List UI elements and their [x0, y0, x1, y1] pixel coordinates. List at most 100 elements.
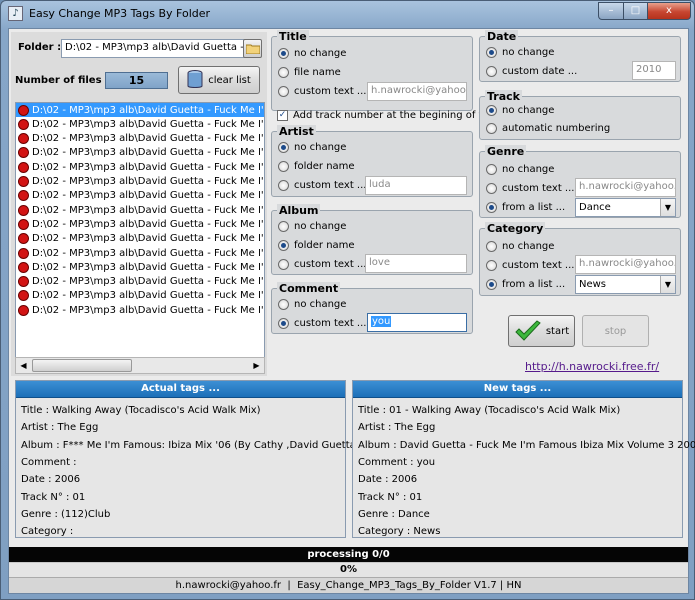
category-no-change-radio[interactable]: no change	[486, 241, 554, 252]
track-automatic-radio[interactable]: automatic numbering	[486, 123, 610, 134]
clear-list-button[interactable]: clear list	[178, 66, 260, 94]
file-list[interactable]: D:\02 - MP3\mp3 alb\David Guetta - Fuck …	[15, 102, 265, 374]
scroll-thumb[interactable]	[32, 359, 132, 372]
scroll-right-icon[interactable]: ▶	[249, 358, 264, 373]
genre-from-list-radio[interactable]: from a list ...	[486, 202, 565, 213]
file-list-item[interactable]: D:\02 - MP3\mp3 alb\David Guetta - Fuck …	[16, 246, 264, 260]
date-custom-radio[interactable]: custom date ...	[486, 66, 577, 77]
radio-icon	[278, 67, 289, 78]
comment-custom-radio[interactable]: custom text ...	[278, 318, 366, 329]
start-button[interactable]: start	[508, 315, 575, 347]
close-button[interactable]: x	[647, 2, 691, 20]
artist-folder-name-radio[interactable]: folder name	[278, 161, 355, 172]
genre-custom-radio[interactable]: custom text ...	[486, 183, 574, 194]
file-list-item[interactable]: D:\02 - MP3\mp3 alb\David Guetta - Fuck …	[16, 132, 264, 146]
radio-label: folder name	[294, 161, 355, 172]
folder-input[interactable]: D:\02 - MP3\mp3 alb\David Guetta - Fuck …	[61, 39, 247, 58]
category-custom-input[interactable]: h.nawrocki@yahoo.fr	[575, 255, 676, 274]
checkmark-icon	[515, 320, 541, 341]
radio-selected-icon	[486, 279, 497, 290]
category-custom-radio[interactable]: custom text ...	[486, 260, 574, 271]
date-no-change-radio[interactable]: no change	[486, 47, 554, 58]
title-custom-radio[interactable]: custom text ...	[278, 86, 366, 97]
stop-button[interactable]: stop	[582, 315, 649, 347]
file-list-item[interactable]: D:\02 - MP3\mp3 alb\David Guetta - Fuck …	[16, 289, 264, 303]
radio-label: custom text ...	[502, 260, 575, 271]
radio-icon	[278, 180, 289, 191]
file-list-item[interactable]: D:\02 - MP3\mp3 alb\David Guetta - Fuck …	[16, 275, 264, 289]
track-no-change-radio[interactable]: no change	[486, 105, 554, 116]
add-track-number-checkbox[interactable]: ✓ Add track number at the begining of tit…	[277, 110, 498, 121]
file-list-item[interactable]: D:\02 - MP3\mp3 alb\David Guetta - Fuck …	[16, 217, 264, 231]
file-list-item[interactable]: D:\02 - MP3\mp3 alb\David Guetta - Fuck …	[16, 117, 264, 131]
new-tags-panel: New tags ... Title : 01 - Walking Away (…	[352, 380, 695, 538]
radio-icon	[278, 259, 289, 270]
tag-line: Date : 2006	[358, 474, 418, 486]
title-no-change-radio[interactable]: no change	[278, 48, 346, 59]
date-group-label: Date	[485, 30, 519, 43]
tag-line: Artist : The Egg	[358, 422, 436, 434]
file-list-item[interactable]: D:\02 - MP3\mp3 alb\David Guetta - Fuck …	[16, 203, 264, 217]
chevron-down-icon[interactable]: ▼	[660, 276, 675, 293]
title-bar: ♪ Easy Change MP3 Tags By Folder – □ x	[1, 1, 694, 27]
radio-icon	[278, 161, 289, 172]
category-from-list-radio[interactable]: from a list ...	[486, 279, 565, 290]
browse-folder-button[interactable]	[243, 39, 262, 58]
artist-group: Artist no change folder name custom text…	[271, 125, 473, 197]
genre-custom-input[interactable]: h.nawrocki@yahoo.fr	[575, 178, 676, 197]
album-custom-input[interactable]: love	[365, 254, 467, 273]
album-no-change-radio[interactable]: no change	[278, 221, 346, 232]
artist-no-change-radio[interactable]: no change	[278, 142, 346, 153]
radio-label: no change	[294, 299, 347, 310]
window-title: Easy Change MP3 Tags By Folder	[29, 7, 211, 20]
file-list-item[interactable]: D:\02 - MP3\mp3 alb\David Guetta - Fuck …	[16, 303, 264, 317]
file-list-item[interactable]: D:\02 - MP3\mp3 alb\David Guetta - Fuck …	[16, 189, 264, 203]
title-custom-input[interactable]: h.nawrocki@yahoo.fr	[367, 82, 467, 101]
file-path: D:\02 - MP3\mp3 alb\David Guetta - Fuck …	[32, 290, 264, 302]
new-tags-header: New tags ...	[353, 381, 682, 398]
actual-tags-header: Actual tags ...	[16, 381, 345, 398]
comment-no-change-radio[interactable]: no change	[278, 299, 346, 310]
radio-label: no change	[502, 47, 555, 58]
file-list-item[interactable]: D:\02 - MP3\mp3 alb\David Guetta - Fuck …	[16, 260, 264, 274]
artist-custom-input[interactable]: luda	[365, 176, 467, 195]
category-selected-value: News	[579, 279, 607, 290]
error-status-icon	[18, 176, 29, 187]
tag-line: Comment :	[21, 456, 77, 468]
file-path: D:\02 - MP3\mp3 alb\David Guetta - Fuck …	[32, 133, 264, 145]
category-select[interactable]: News ▼	[575, 275, 676, 294]
title-group: Title no change file name custom text ..…	[271, 30, 473, 111]
artist-custom-radio[interactable]: custom text ...	[278, 180, 366, 191]
radio-label: automatic numbering	[502, 123, 611, 134]
file-list-item[interactable]: D:\02 - MP3\mp3 alb\David Guetta - Fuck …	[16, 160, 264, 174]
folder-label: Folder :	[18, 42, 62, 53]
minimize-button[interactable]: –	[598, 2, 624, 20]
chevron-down-icon[interactable]: ▼	[660, 199, 675, 216]
actual-tags-panel: Actual tags ... Title : Walking Away (To…	[15, 380, 360, 538]
scroll-left-icon[interactable]: ◀	[16, 358, 31, 373]
maximize-button[interactable]: □	[623, 2, 648, 20]
file-list-item[interactable]: D:\02 - MP3\mp3 alb\David Guetta - Fuck …	[16, 175, 264, 189]
title-group-label: Title	[277, 30, 309, 43]
track-group-label: Track	[485, 90, 522, 103]
horizontal-scrollbar[interactable]: ◀ ▶	[15, 357, 265, 374]
file-path: D:\02 - MP3\mp3 alb\David Guetta - Fuck …	[32, 176, 264, 187]
radio-icon	[278, 86, 289, 97]
genre-select[interactable]: Dance ▼	[575, 198, 676, 217]
file-list-item[interactable]: D:\02 - MP3\mp3 alb\David Guetta - Fuck …	[16, 103, 264, 117]
date-custom-input[interactable]: 2010	[632, 61, 676, 80]
comment-custom-input[interactable]: you	[367, 313, 467, 332]
file-count-value: 15	[105, 72, 168, 89]
file-path: D:\02 - MP3\mp3 alb\David Guetta - Fuck …	[32, 261, 264, 273]
title-file-name-radio[interactable]: file name	[278, 67, 341, 78]
category-group: Category no change custom text ... h.naw…	[479, 222, 681, 296]
tag-line: Comment : you	[358, 456, 436, 468]
album-folder-name-radio[interactable]: folder name	[278, 240, 355, 251]
file-list-item[interactable]: D:\02 - MP3\mp3 alb\David Guetta - Fuck …	[16, 146, 264, 160]
website-link[interactable]: http://h.nawrocki.free.fr/	[525, 360, 659, 373]
error-status-icon	[18, 161, 29, 173]
file-list-item[interactable]: D:\02 - MP3\mp3 alb\David Guetta - Fuck …	[16, 232, 264, 246]
file-path: D:\02 - MP3\mp3 alb\David Guetta - Fuck …	[32, 218, 264, 230]
genre-no-change-radio[interactable]: no change	[486, 164, 554, 175]
album-custom-radio[interactable]: custom text ...	[278, 259, 366, 270]
